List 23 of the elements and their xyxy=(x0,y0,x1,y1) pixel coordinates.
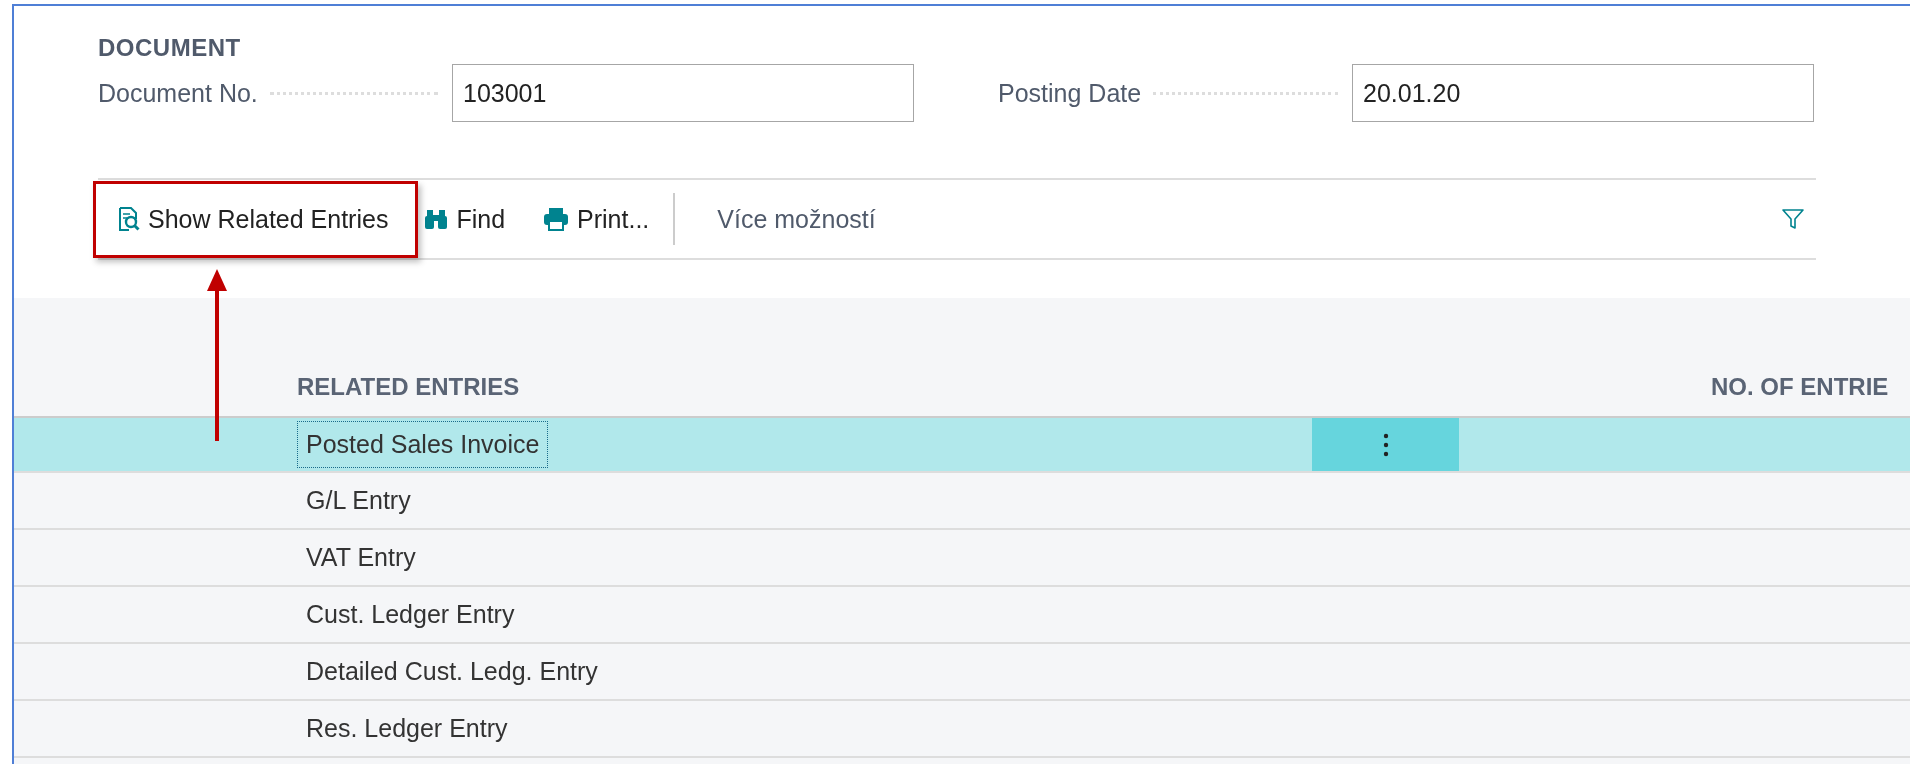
binoculars-icon xyxy=(424,208,449,230)
input-field[interactable]: 20.01.20 xyxy=(1352,64,1814,122)
column-header: NO. OF ENTRIE xyxy=(1711,373,1889,401)
table-cell[interactable]: Posted Sales Invoice xyxy=(297,421,549,468)
more-vertical-icon xyxy=(1382,432,1389,457)
printer-icon xyxy=(543,207,570,231)
table-cell[interactable]: G/L Entry xyxy=(297,477,420,524)
section-heading: DOCUMENT xyxy=(98,34,242,62)
table-cell[interactable]: Res. Ledger Entry xyxy=(297,705,517,752)
document-search-icon xyxy=(118,207,140,231)
selected-row[interactable]: Posted Sales Invoice xyxy=(14,416,1910,473)
toolbar-button[interactable]: Show Related Entries xyxy=(98,196,403,242)
table-cell[interactable]: Detailed Cust. Ledg. Entry xyxy=(297,648,607,695)
input-field[interactable]: 103001 xyxy=(452,64,914,122)
filter-icon xyxy=(1782,208,1804,230)
table-cell[interactable]: VAT Entry xyxy=(297,534,425,581)
field-label: Posting Date xyxy=(998,78,1142,108)
table-cell[interactable]: Cust. Ledger Entry xyxy=(297,591,524,638)
toolbar-button[interactable]: Print... xyxy=(529,196,664,242)
toolbar-button[interactable]: Find xyxy=(410,196,520,242)
field-label: Document No. xyxy=(98,78,258,108)
more-options-button[interactable]: Více možností xyxy=(703,196,890,242)
column-header: RELATED ENTRIES xyxy=(297,373,521,401)
